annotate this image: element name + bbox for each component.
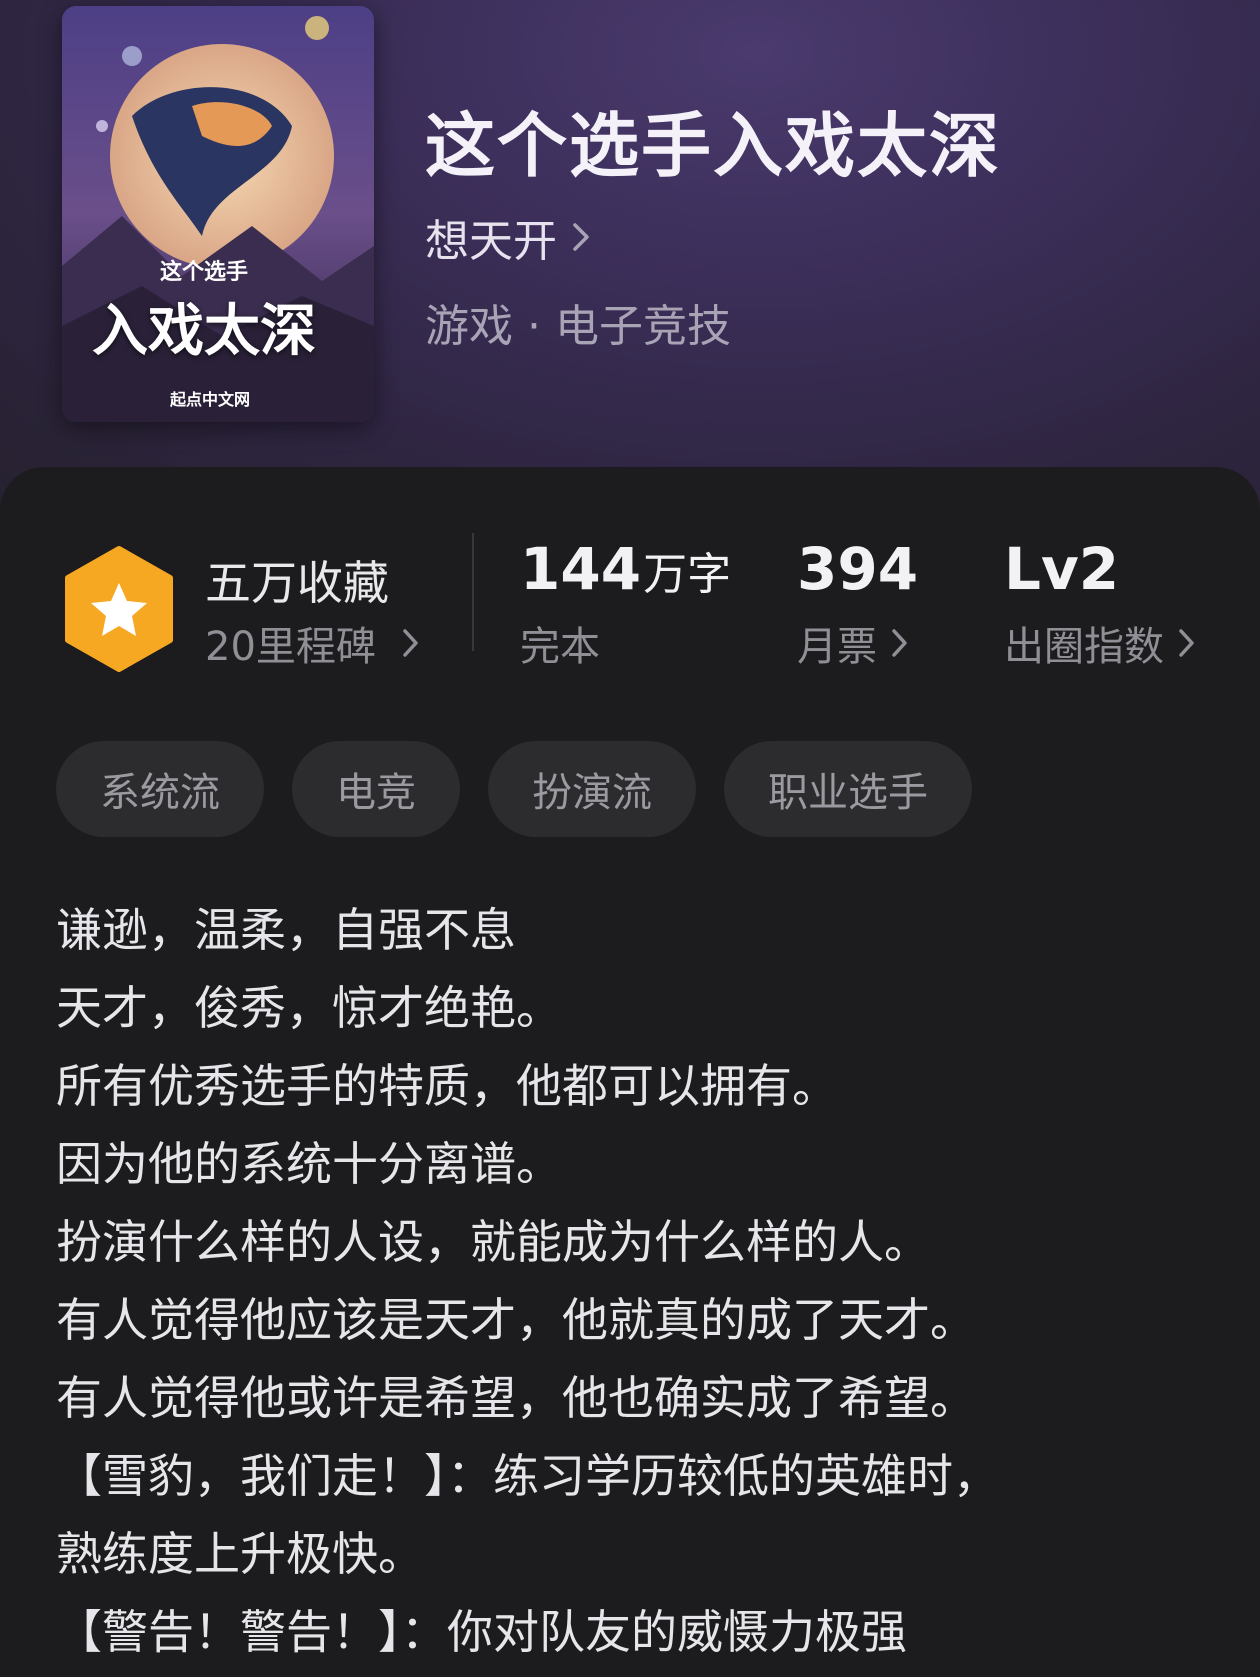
stats-row: 五万收藏 20里程碑 144万字 完本 394 月票 Lv2 出圈指数 xyxy=(0,467,1260,687)
tag-chip[interactable]: 职业选手 xyxy=(724,741,972,837)
synopsis-line: 天才，俊秀，惊才绝艳。 xyxy=(56,981,562,1035)
book-status: 完本 xyxy=(520,624,600,670)
synopsis-line: 谦逊，温柔，自强不息 xyxy=(56,903,516,957)
cover-small-title: 这个选手 xyxy=(160,260,249,285)
collection-milestone-title: 五万收藏 xyxy=(205,556,389,610)
monthly-votes-link[interactable]: 月票 xyxy=(797,614,909,672)
book-category: 游戏 · 电子竞技 xyxy=(425,301,731,352)
synopsis-line: 有人觉得他应该是天才，他就真的成了天才。 xyxy=(56,1293,976,1347)
level-link[interactable]: 出圈指数 xyxy=(1004,614,1196,672)
chevron-right-icon xyxy=(892,629,907,657)
synopsis-line: 所有优秀选手的特质，他都可以拥有。 xyxy=(56,1059,838,1113)
tag-chip[interactable]: 电竞 xyxy=(292,741,460,837)
book-synopsis: 谦逊，温柔，自强不息 天才，俊秀，惊才绝艳。 所有优秀选手的特质，他都可以拥有。… xyxy=(56,891,1206,1671)
chevron-right-icon xyxy=(573,223,589,251)
word-count: 144万字 xyxy=(520,535,731,603)
synopsis-line: 扮演什么样的人设，就能成为什么样的人。 xyxy=(56,1215,930,1269)
tag-chip[interactable]: 系统流 xyxy=(56,741,264,837)
book-cover[interactable]: 这个选手 入戏太深 起点中文网 xyxy=(62,6,374,422)
monthly-votes-label: 月票 xyxy=(797,624,877,670)
chevron-right-icon xyxy=(403,629,418,657)
book-detail-panel: 五万收藏 20里程碑 144万字 完本 394 月票 Lv2 出圈指数 系统流 … xyxy=(0,467,1260,1677)
monthly-votes-value: 394 xyxy=(797,535,919,603)
divider xyxy=(472,533,474,651)
chevron-right-icon xyxy=(1179,629,1194,657)
level-label: 出圈指数 xyxy=(1004,624,1164,670)
star-badge-icon xyxy=(65,546,173,672)
author-name: 想天开 xyxy=(425,216,557,267)
collection-milestone-link[interactable]: 20里程碑 xyxy=(205,614,420,672)
synopsis-line: 有人觉得他或许是希望，他也确实成了希望。 xyxy=(56,1371,976,1425)
tag-chip[interactable]: 扮演流 xyxy=(488,741,696,837)
synopsis-line: 因为他的系统十分离谱。 xyxy=(56,1137,562,1191)
synopsis-line: 熟练度上升极快。 xyxy=(56,1527,424,1581)
collection-milestone-sub: 20里程碑 xyxy=(205,624,376,670)
synopsis-line: 【警告！警告！】：你对队友的威慑力极强 xyxy=(56,1605,907,1659)
author-link[interactable]: 想天开 xyxy=(425,205,591,269)
book-title: 这个选手入戏太深 xyxy=(425,104,1001,187)
tag-list: 系统流 电竞 扮演流 职业选手 xyxy=(56,741,972,837)
cover-big-title: 入戏太深 xyxy=(92,298,316,364)
cover-publisher: 起点中文网 xyxy=(170,390,251,409)
synopsis-line: 【雪豹，我们走！】：练习学历较低的英雄时， xyxy=(56,1449,999,1503)
level-value: Lv2 xyxy=(1004,535,1120,603)
word-count-value: 144 xyxy=(520,535,642,603)
word-count-unit: 万字 xyxy=(643,549,732,600)
book-header: 这个选手 入戏太深 起点中文网 这个选手入戏太深 想天开 游戏 · 电子竞技 xyxy=(0,0,1260,520)
